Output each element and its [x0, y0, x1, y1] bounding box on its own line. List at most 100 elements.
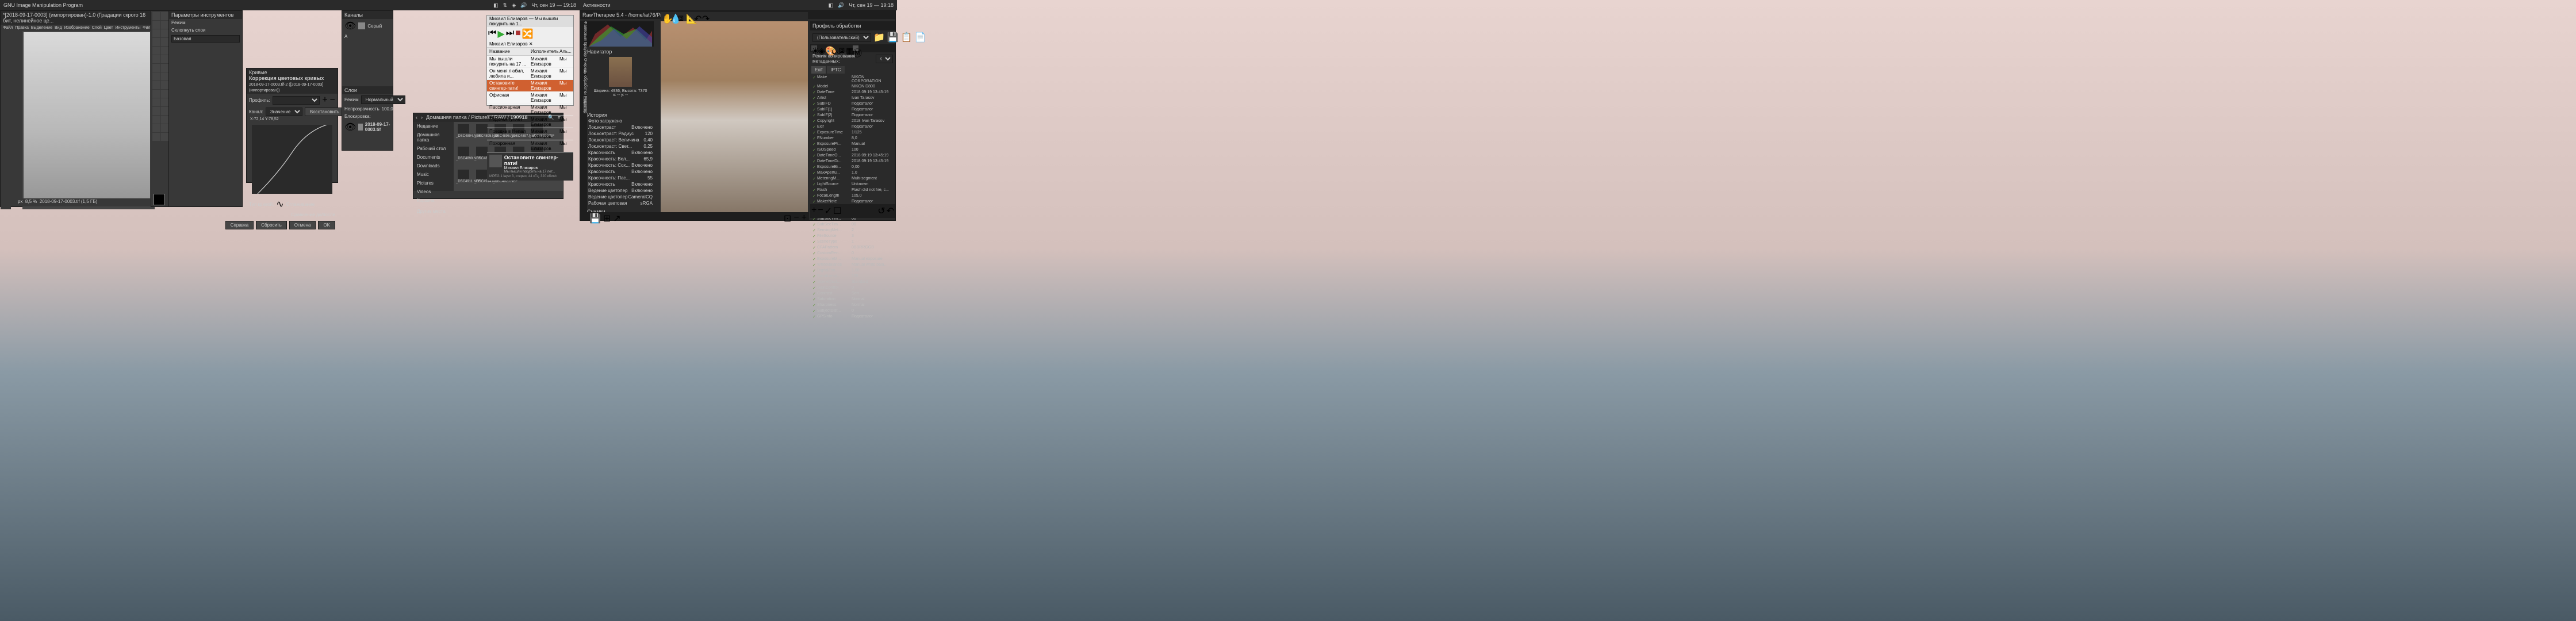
history-row[interactable]: КрасочностьВключено — [587, 168, 654, 175]
histogram[interactable] — [587, 21, 654, 47]
check-icon[interactable]: ✓ — [812, 246, 817, 250]
sidebar-home[interactable]: Домашняя папка — [413, 131, 454, 144]
measure-icon[interactable] — [161, 55, 169, 63]
by-color-select-icon[interactable] — [152, 38, 160, 46]
copy-icon[interactable]: 📋 — [901, 32, 913, 43]
check-icon[interactable]: ✓ — [812, 102, 817, 106]
clone-icon[interactable] — [152, 133, 160, 141]
history-row[interactable]: КрасочностьВключено — [587, 181, 654, 187]
exposure-tab-icon[interactable]: ☀ — [811, 45, 817, 51]
crop-icon[interactable] — [152, 64, 160, 72]
check-icon[interactable]: ✓ — [812, 297, 817, 302]
meta-row[interactable]: ✓GainControl0 — [810, 285, 895, 291]
paintbrush-icon[interactable] — [152, 116, 160, 124]
heal-icon[interactable] — [161, 133, 169, 141]
col-artist[interactable]: Исполнитель — [531, 49, 559, 54]
meta-row[interactable]: ✓ExposureBi...0,00 — [810, 164, 895, 170]
meta-row[interactable]: ✓ISOSpeed100 — [810, 147, 895, 153]
artist-tab[interactable]: Михаил Елизаров — [489, 41, 528, 47]
track-row[interactable]: ПохороннаяМихаил ЕлизаровМы — [487, 140, 573, 152]
check-icon[interactable]: ✓ — [812, 315, 817, 319]
check-icon[interactable]: ✓ — [812, 223, 817, 227]
add-icon[interactable]: + — [322, 95, 327, 105]
bucket-fill-icon[interactable] — [161, 98, 169, 106]
sidebar-recent[interactable]: Недавние — [413, 122, 454, 131]
sidebar-other[interactable]: Другие места — [413, 207, 454, 216]
ellipse-select-icon[interactable] — [161, 21, 169, 29]
scissors-icon[interactable] — [161, 38, 169, 46]
meta-row[interactable]: ✓CustomRen...0 — [810, 251, 895, 256]
check-icon[interactable]: ✓ — [812, 142, 817, 147]
uncheck-all-icon[interactable]: ☐ — [833, 205, 841, 217]
close-tab-icon[interactable]: ✕ — [529, 41, 533, 47]
meta-row[interactable]: ✓SubSecTim...00 — [810, 222, 895, 228]
foreground-select-icon[interactable] — [152, 47, 160, 55]
shear-icon[interactable] — [161, 72, 169, 80]
meta-row[interactable]: ✓ExposureTime1/125 — [810, 130, 895, 136]
volume-icon[interactable]: 🔊 — [520, 2, 527, 9]
meta-row[interactable]: ✓SaturationNormal — [810, 297, 895, 302]
check-icon[interactable]: ✓ — [812, 303, 817, 308]
meta-row[interactable]: ✓SceneType1 — [810, 239, 895, 245]
ok-button[interactable]: OK — [318, 221, 335, 229]
flip-icon[interactable] — [161, 81, 169, 89]
sidebar-desktop[interactable]: Рабочий стол — [413, 144, 454, 153]
meta-row[interactable]: ✓DateTime2018:09:19 13:45:19 — [810, 90, 895, 95]
eye-icon[interactable]: 👁 — [344, 121, 356, 133]
image-canvas[interactable] — [22, 31, 155, 209]
check-icon[interactable]: ✓ — [812, 90, 817, 95]
check-icon[interactable]: ✓ — [812, 75, 817, 83]
meta-row[interactable]: ✓MeteringM...Multi-segment — [810, 176, 895, 182]
check-icon[interactable]: ✓ — [812, 108, 817, 112]
track-row[interactable]: Остановите свингер-пати!Михаил ЕлизаровМ… — [487, 80, 573, 92]
crop-icon[interactable]: ⧈ — [678, 13, 685, 20]
check-icon[interactable]: ✓ — [812, 113, 817, 118]
tab-browser[interactable]: Файловый браузер — [583, 21, 587, 57]
check-icon[interactable]: ✓ — [812, 194, 817, 198]
shuffle-icon[interactable]: 🔀 — [522, 28, 534, 40]
meta-row[interactable]: ✓ModelNIKON D800 — [810, 84, 895, 90]
warp-icon[interactable] — [161, 90, 169, 98]
stop-icon[interactable]: ■ — [515, 28, 521, 40]
meta-row[interactable]: ✓SubIF[1]Подкаталог — [810, 107, 895, 113]
menu-select[interactable]: Выделение — [31, 26, 52, 30]
reset-channel[interactable]: Восстановить — [305, 108, 344, 116]
history-row[interactable]: Лок.контраст: Величина0,40 — [587, 137, 654, 143]
history-row[interactable]: Фото загружено — [587, 118, 654, 124]
layer-row[interactable]: 👁 2018-09-17-0003.tif — [342, 120, 393, 134]
meta-row[interactable]: ✓FileSource3 — [810, 233, 895, 239]
paths-icon[interactable] — [161, 47, 169, 55]
compare-label[interactable]: Сравнение до/после — [291, 212, 335, 217]
profile-select[interactable] — [273, 96, 320, 105]
wb-picker-icon[interactable]: 💧 — [670, 13, 677, 20]
cancel-button[interactable]: Отмена — [289, 221, 316, 229]
meta-row[interactable]: ✓ContrastSoft — [810, 291, 895, 297]
airbrush-icon[interactable] — [152, 124, 160, 132]
next-icon[interactable]: ⏭ — [506, 28, 514, 40]
undo-icon[interactable]: ↶ — [887, 205, 894, 217]
gradient-icon[interactable] — [152, 107, 160, 115]
volume-icon[interactable]: 🔊 — [838, 2, 844, 9]
rotate-icon[interactable] — [161, 64, 169, 72]
track-row[interactable]: ОфиснаяМихаил ЕлизаровМы — [487, 92, 573, 104]
check-all-icon[interactable]: ✓ — [825, 205, 832, 217]
ink-icon[interactable] — [161, 124, 169, 132]
prev-icon[interactable]: ⏮ — [488, 28, 496, 40]
file-item[interactable]: _DSC4899.NEF — [456, 147, 471, 166]
wavelet-tab-icon[interactable]: 〰 — [832, 45, 838, 51]
tray-icon[interactable]: ◧ — [493, 2, 499, 9]
check-icon[interactable]: ✓ — [812, 292, 817, 296]
meta-row[interactable]: ✓ExposureM...Manual exposure — [810, 256, 895, 262]
history-row[interactable]: Ведение цветоперВключено — [587, 187, 654, 194]
zoom-in-icon[interactable]: + — [802, 213, 807, 220]
meta-row[interactable]: ✓ExposurePr...Manual — [810, 141, 895, 147]
color-tab-icon[interactable]: 🎨 — [825, 45, 831, 51]
meta-row[interactable]: ✓SensingMet...2 — [810, 228, 895, 233]
load-icon[interactable]: 📁 — [873, 32, 885, 43]
curves-graph[interactable] — [252, 125, 332, 194]
check-icon[interactable]: ✓ — [812, 159, 817, 164]
meta-row[interactable]: ✓MaxApertu...1,0 — [810, 170, 895, 176]
col-album[interactable]: Аль... — [559, 49, 571, 54]
meta-row[interactable]: ✓FNumber8,0 — [810, 136, 895, 141]
meta-row[interactable]: ✓FlashFlash did not fire, c... — [810, 187, 895, 193]
